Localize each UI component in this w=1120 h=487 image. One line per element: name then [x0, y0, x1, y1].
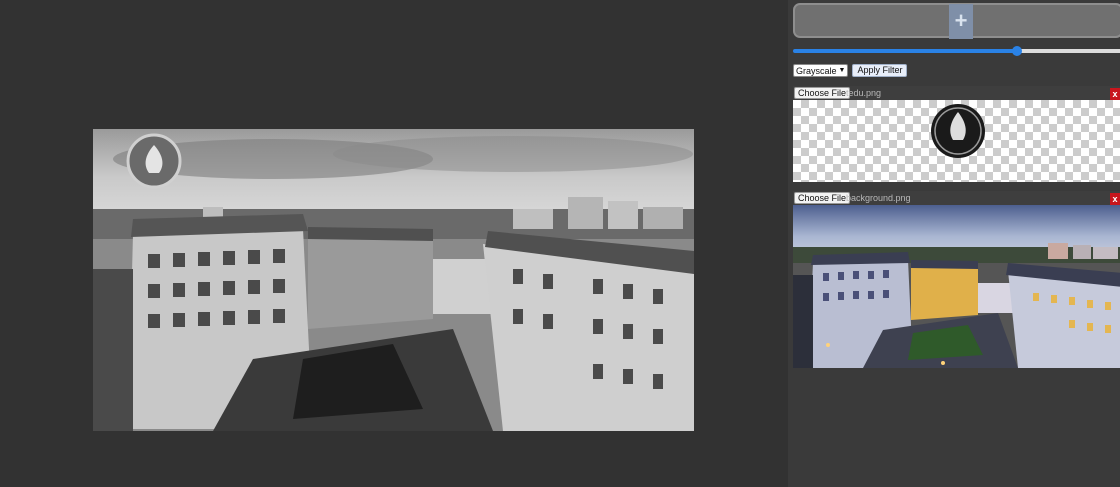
remove-layer-button[interactable]: x: [1110, 193, 1120, 205]
logo-layer-thumbnail: [793, 100, 1120, 182]
slider-thumb[interactable]: [1012, 46, 1022, 56]
layer-header: Choose File background.png x: [793, 191, 1120, 205]
layer-item-background: Choose File background.png x: [793, 191, 1120, 368]
canvas-area: [0, 0, 788, 487]
filter-controls: Grayscale ▼ Apply Filter: [793, 64, 908, 77]
grayscale-campus-photo: [93, 129, 694, 431]
campus-photo: [793, 205, 1120, 368]
file-name: tedu.png: [846, 88, 882, 98]
layer-item-logo: Choose File tedu.png x: [793, 86, 1120, 182]
choose-file-button[interactable]: Choose File: [794, 192, 851, 204]
background-layer-thumbnail: [793, 205, 1120, 368]
filter-select-value: Grayscale: [796, 65, 837, 76]
layer-header: Choose File tedu.png x: [793, 86, 1120, 100]
composited-preview-image: [93, 129, 694, 431]
apply-filter-button[interactable]: Apply Filter: [852, 64, 908, 77]
slider-track-rest: [1017, 49, 1120, 53]
tedu-logo-icon: [126, 133, 182, 189]
tedu-logo-icon: [931, 104, 985, 158]
layers-panel: + Grayscale ▼ Apply Filter Choose File t…: [788, 0, 1120, 487]
add-layer-button[interactable]: +: [793, 3, 1120, 39]
filter-select[interactable]: Grayscale ▼: [793, 64, 849, 77]
plus-icon: +: [949, 4, 973, 39]
chevron-down-icon: ▼: [838, 67, 846, 74]
file-name: background.png: [846, 193, 911, 203]
remove-layer-button[interactable]: x: [1110, 88, 1120, 100]
opacity-slider[interactable]: [793, 44, 1120, 58]
choose-file-button[interactable]: Choose File: [794, 87, 851, 99]
